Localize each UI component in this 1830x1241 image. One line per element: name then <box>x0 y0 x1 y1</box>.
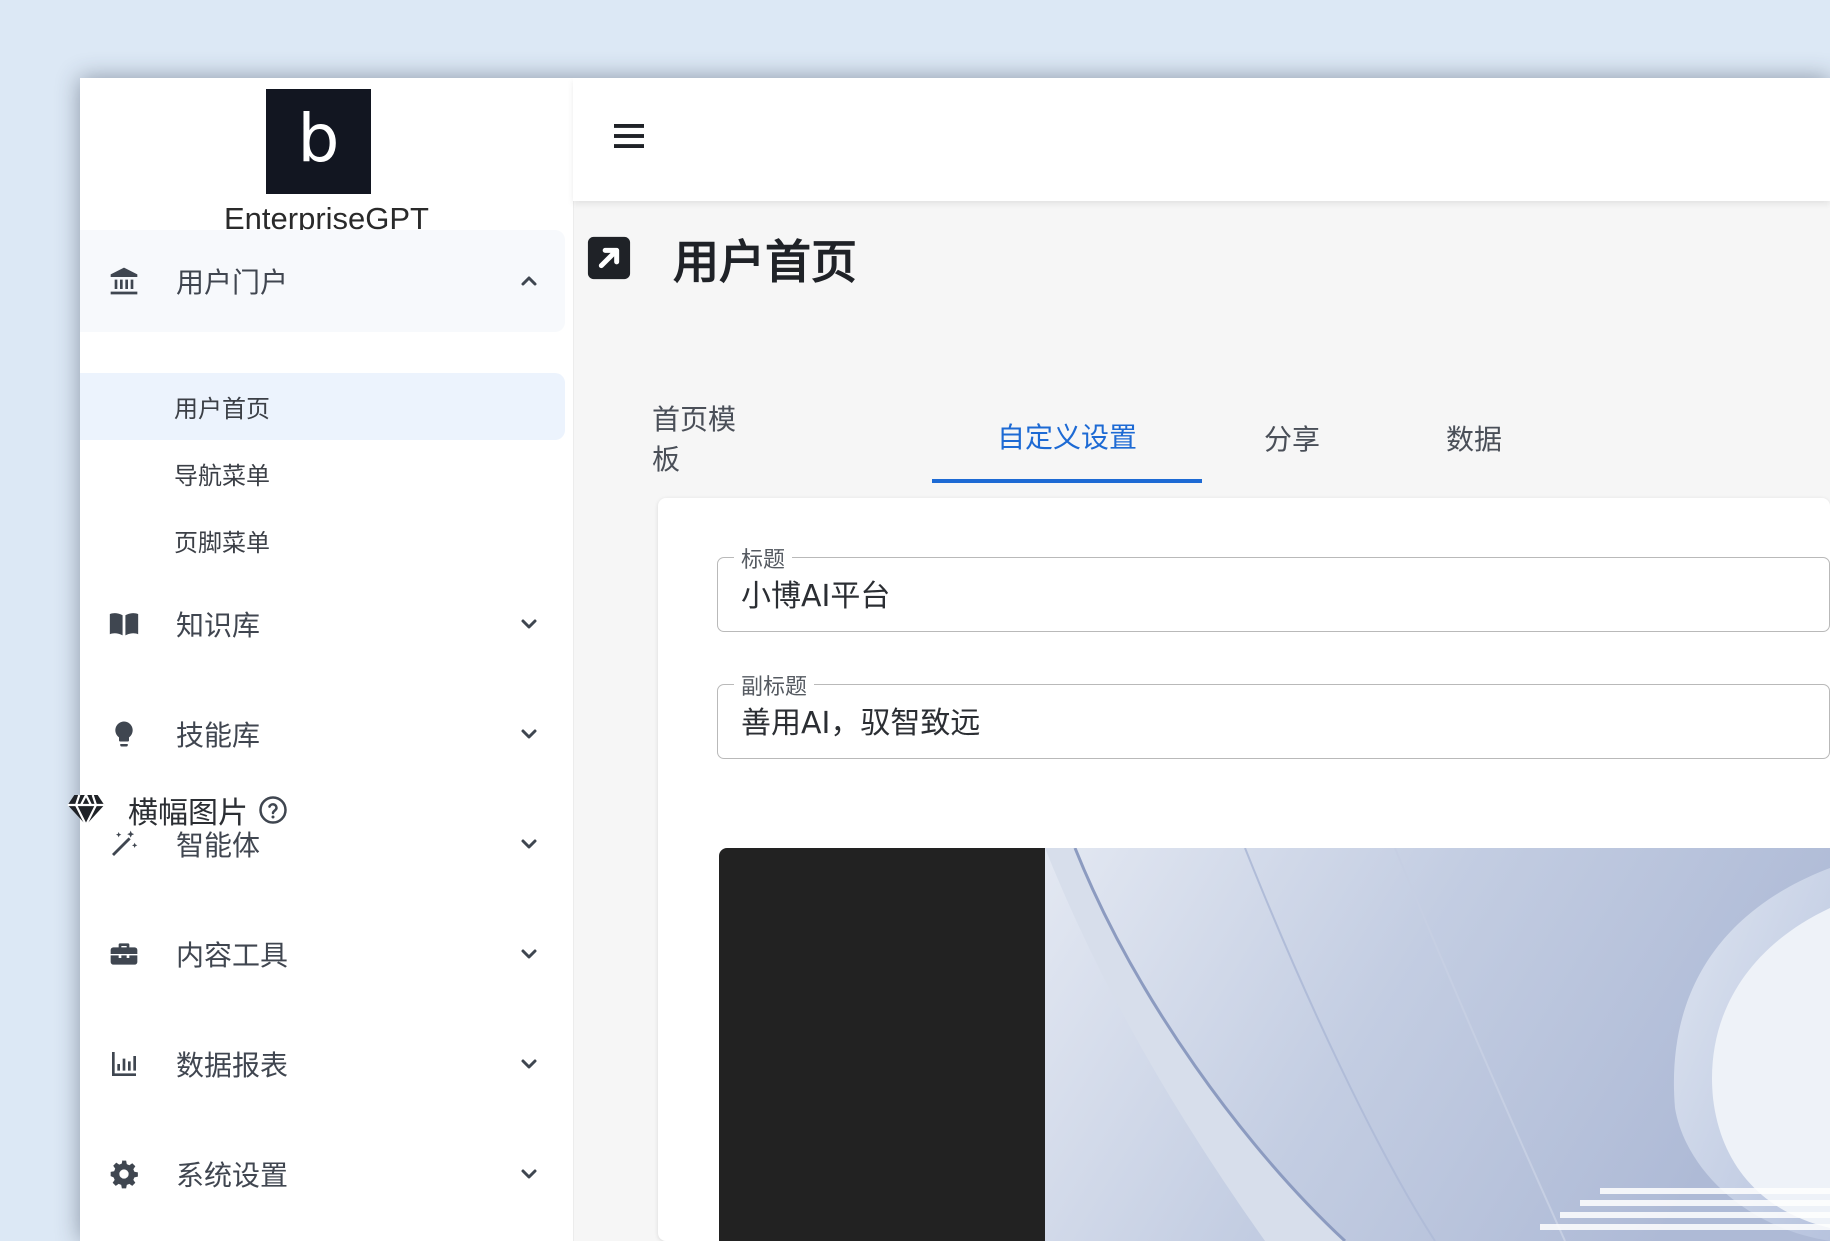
title-input[interactable] <box>741 573 1830 613</box>
sidebar-group-data-reports[interactable]: 数据报表 <box>80 1013 565 1115</box>
chevron-down-icon <box>521 729 537 739</box>
chevron-down-icon <box>521 839 537 849</box>
brand-logo[interactable]: b <box>266 89 371 194</box>
sidebar: b EnterpriseGPT 用户门户 用户首页 导航菜单 页脚菜单 知识库 <box>80 78 574 1241</box>
sidebar-group-label: 技能库 <box>176 719 261 752</box>
sidebar-item-footer-menu[interactable]: 页脚菜单 <box>80 507 565 574</box>
book-icon <box>106 606 142 642</box>
bank-icon <box>106 263 142 299</box>
sidebar-group-knowledge-base[interactable]: 知识库 <box>80 573 565 675</box>
help-circle-icon[interactable] <box>258 795 288 825</box>
external-link-icon <box>587 236 631 280</box>
sidebar-item-user-home[interactable]: 用户首页 <box>80 373 565 440</box>
top-bar <box>573 78 1830 201</box>
sidebar-item-label: 导航菜单 <box>174 462 270 490</box>
hamburger-menu-icon[interactable] <box>611 118 647 154</box>
banner-image[interactable] <box>719 848 1830 1241</box>
tab-share[interactable]: 分享 <box>1264 393 1334 483</box>
title-field[interactable]: 标题 <box>717 542 1830 632</box>
sidebar-item-label: 用户首页 <box>174 395 270 423</box>
sidebar-group-label: 数据报表 <box>176 1049 289 1082</box>
sidebar-group-label: 系统设置 <box>176 1159 289 1192</box>
banner-label-text: 横幅图片 <box>128 796 248 831</box>
sidebar-group-user-portal[interactable]: 用户门户 <box>80 230 565 332</box>
sidebar-group-label: 知识库 <box>176 609 261 642</box>
lightbulb-icon <box>106 716 142 752</box>
gem-icon <box>67 794 105 826</box>
chevron-down-icon <box>521 1059 537 1069</box>
banner-artwork <box>1045 848 1830 1241</box>
chevron-down-icon <box>521 1169 537 1179</box>
tab-custom-settings[interactable]: 自定义设置 <box>932 393 1202 483</box>
subtitle-input[interactable] <box>741 700 1830 740</box>
bar-chart-icon <box>106 1046 142 1082</box>
sidebar-group-content-tools[interactable]: 内容工具 <box>80 903 565 1005</box>
sidebar-group-label: 用户门户 <box>176 266 289 299</box>
tab-homepage-template[interactable]: 首页模板 <box>652 393 762 483</box>
chevron-down-icon <box>521 949 537 959</box>
sidebar-group-skill-library[interactable]: 技能库 <box>80 683 565 785</box>
page-title: 用户首页 <box>673 235 857 289</box>
title-field-label: 标题 <box>734 542 793 574</box>
toolbox-icon <box>106 936 142 972</box>
banner-section-label: 横幅图片 <box>66 790 288 831</box>
sidebar-group-system-settings[interactable]: 系统设置 <box>80 1123 565 1225</box>
sidebar-item-nav-menu[interactable]: 导航菜单 <box>80 440 565 507</box>
sidebar-item-label: 页脚菜单 <box>174 529 270 557</box>
subtitle-field-label: 副标题 <box>734 669 815 701</box>
tab-data[interactable]: 数据 <box>1446 393 1516 483</box>
chevron-up-icon <box>521 276 537 286</box>
subtitle-field[interactable]: 副标题 <box>717 669 1830 759</box>
sidebar-group-label: 内容工具 <box>176 939 289 972</box>
chevron-down-icon <box>521 619 537 629</box>
gear-icon <box>106 1156 142 1192</box>
